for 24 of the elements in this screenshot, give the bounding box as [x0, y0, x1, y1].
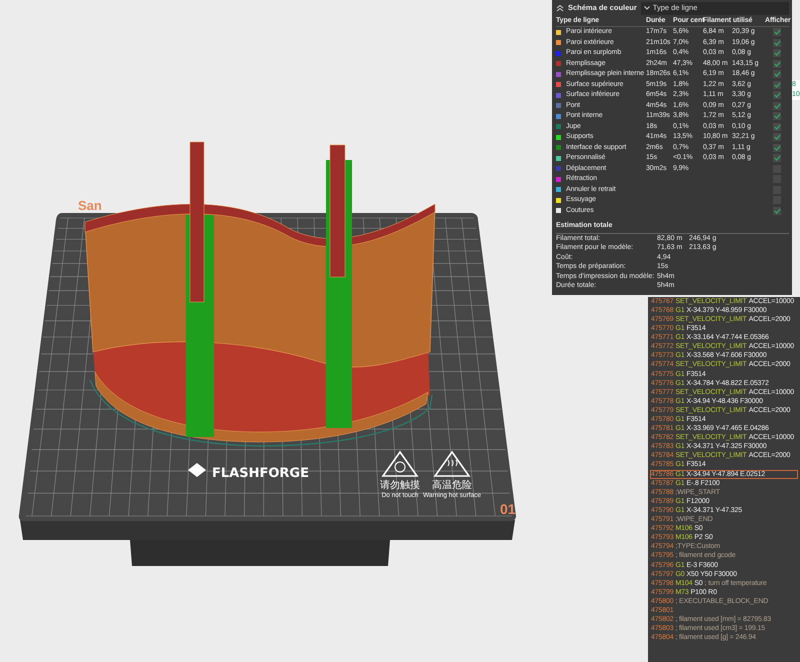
logo-icon — [188, 463, 206, 477]
show-checkbox[interactable] — [773, 91, 781, 100]
no-touch-icon — [381, 450, 419, 477]
show-checkbox[interactable] — [773, 49, 781, 58]
show-checkbox[interactable] — [773, 122, 781, 131]
show-checkbox[interactable] — [773, 206, 781, 215]
show-checkbox[interactable] — [773, 154, 781, 162]
show-checkbox[interactable] — [773, 112, 781, 120]
show-checkbox[interactable] — [773, 38, 781, 47]
warning-label: 高温危险 — [432, 480, 472, 491]
show-checkbox[interactable] — [773, 144, 781, 152]
collapse-icon[interactable] — [556, 4, 564, 12]
show-checkbox[interactable] — [773, 70, 781, 78]
caret-icon — [644, 6, 650, 10]
show-checkbox[interactable] — [773, 28, 781, 36]
plate-number: 01 — [500, 501, 516, 517]
plate-name: San — [78, 198, 102, 213]
hot-surface-icon — [433, 450, 471, 477]
show-checkbox[interactable] — [773, 102, 781, 110]
show-checkbox[interactable] — [773, 133, 781, 142]
show-checkbox[interactable] — [773, 60, 781, 68]
warning-label: 请勿触摸 — [380, 480, 420, 491]
show-checkbox[interactable] — [773, 80, 781, 89]
bed-logo: FLASHFORGE — [212, 466, 309, 481]
